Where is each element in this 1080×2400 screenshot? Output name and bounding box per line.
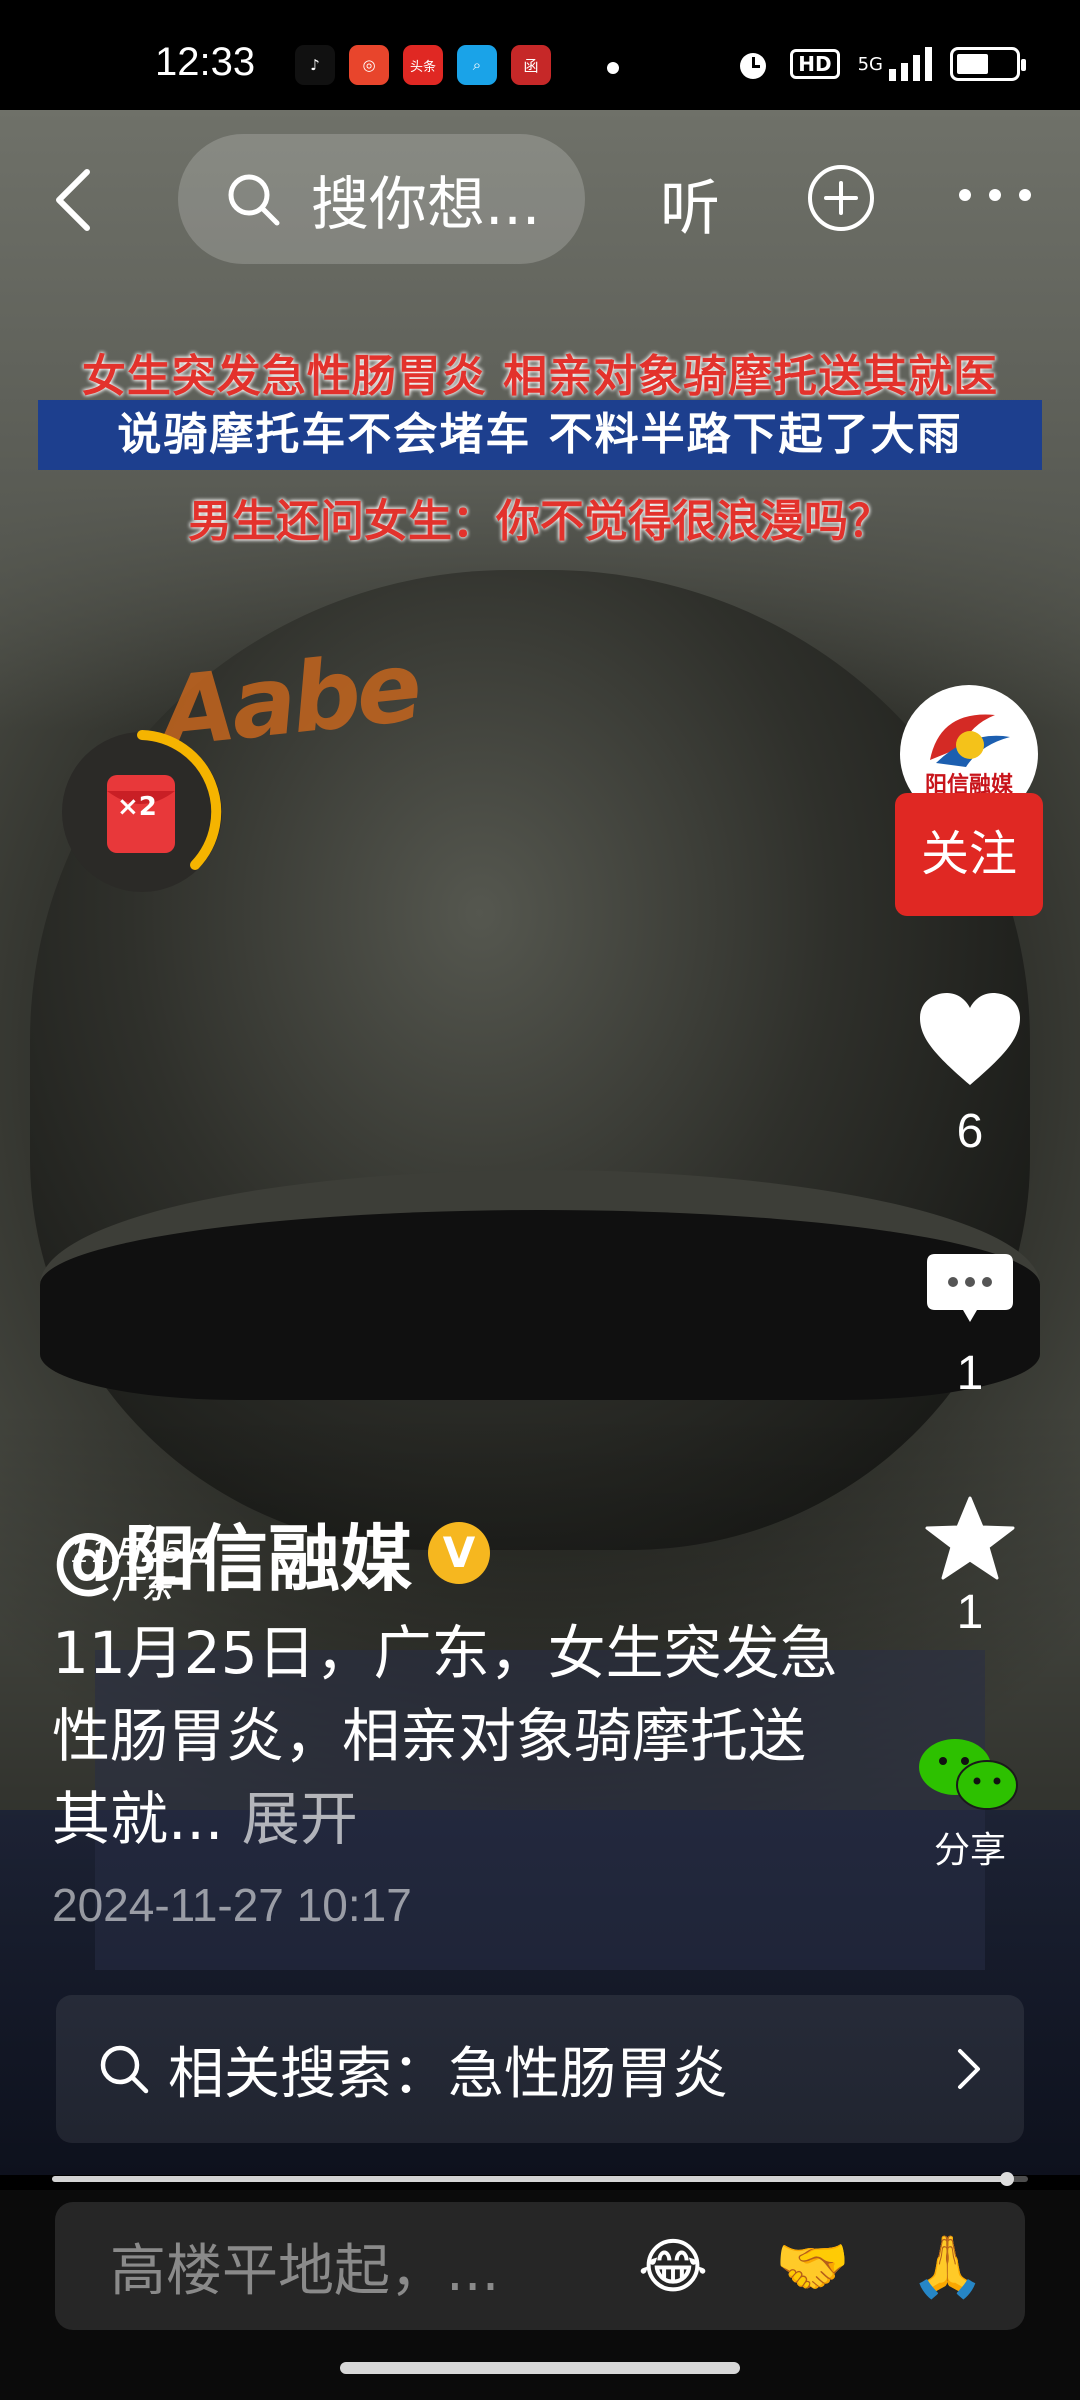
video-progress-bar[interactable] xyxy=(52,2172,1028,2186)
video-caption-line1: 女生突发急性肠胃炎 相亲对象骑摩托送其就医 xyxy=(81,351,999,402)
comment-input[interactable]: 高楼平地起，... xyxy=(55,2202,1025,2330)
share-label: 分享 xyxy=(933,1830,1006,1871)
follow-button[interactable]: 关注 xyxy=(895,793,1043,916)
comment-count: 1 xyxy=(956,1347,984,1400)
verified-badge-icon: V xyxy=(428,1521,491,1584)
video-caption-line2: 说骑摩托车不会堵车 不料半路下起了大雨 xyxy=(38,400,1042,470)
battery-icon xyxy=(950,47,1026,81)
author-name[interactable]: @阳信融媒 V xyxy=(52,1500,491,1605)
expand-link[interactable]: 展开 xyxy=(242,1785,358,1853)
add-circle-icon[interactable] xyxy=(806,163,876,233)
comment-button[interactable]: 1 xyxy=(905,1252,1035,1401)
like-count: 6 xyxy=(956,1105,984,1158)
search-icon xyxy=(228,174,280,226)
laughing-emoji-icon[interactable]: 😂 xyxy=(638,2232,708,2302)
related-search-label: 相关搜索：急性肠胃炎 xyxy=(168,2041,728,2107)
network-type: 5G xyxy=(857,53,883,75)
favorite-count: 1 xyxy=(956,1586,984,1639)
related-search-bar[interactable]: 相关搜索：急性肠胃炎 xyxy=(56,1995,1024,2143)
red-packet-reward-button[interactable]: ×2 xyxy=(55,725,230,900)
chevron-right-icon xyxy=(958,2049,980,2089)
search-app-icon: ⌕ xyxy=(457,45,497,85)
red-packet-multiplier: ×2 xyxy=(117,792,157,822)
toutiao-icon: 头条 xyxy=(403,45,443,85)
favorite-button[interactable]: 1 xyxy=(905,1495,1035,1640)
news-app-icon: 函 xyxy=(511,45,551,85)
alarm-icon xyxy=(740,53,767,79)
search-placeholder: 搜你想... xyxy=(311,170,541,238)
signal-icon xyxy=(889,47,932,81)
search-icon xyxy=(100,2045,149,2094)
status-bar: 12:33 ♪ ◎ 头条 ⌕ 函 HD 5G xyxy=(0,0,1080,110)
video-caption-line3: 男生还问女生：你不觉得很浪漫吗？ xyxy=(188,496,892,547)
heart-icon xyxy=(920,993,1020,1085)
progress-fill xyxy=(52,2176,1009,2182)
post-description[interactable]: 11月25日，广东，女生突发急性肠胃炎，相亲对象骑摩托送其就... 展开 xyxy=(52,1612,852,1861)
status-time: 12:33 xyxy=(155,40,256,84)
handshake-emoji-icon[interactable]: 🤝 xyxy=(775,2232,850,2302)
star-icon xyxy=(925,1496,1015,1580)
share-button[interactable]: 分享 xyxy=(905,1735,1035,1873)
tiktok-icon: ♪ xyxy=(295,45,335,85)
pray-emoji-icon[interactable]: 🙏 xyxy=(910,2232,985,2302)
author-handle[interactable]: @阳信融媒 xyxy=(52,1500,412,1605)
comment-placeholder: 高楼平地起，... xyxy=(110,2238,500,2304)
comment-bubble-icon xyxy=(927,1254,1013,1322)
home-indicator[interactable] xyxy=(340,2362,740,2374)
description-text: 11月25日，广东，女生突发急性肠胃炎，相亲对象骑摩托送其就... xyxy=(52,1619,838,1853)
more-options-icon[interactable] xyxy=(955,185,1035,205)
notification-dot-icon xyxy=(607,62,619,74)
camera-app-icon: ◎ xyxy=(349,45,389,85)
search-bar[interactable]: 搜你想... xyxy=(178,134,585,264)
top-nav: 搜你想... 听 xyxy=(0,130,1080,270)
hd-badge: HD xyxy=(790,49,840,79)
status-indicators: HD 5G xyxy=(734,45,1026,83)
status-app-icons: ♪ ◎ 头条 ⌕ 函 xyxy=(295,45,551,85)
wechat-share-icon xyxy=(919,1739,1018,1810)
post-timestamp: 2024-11-27 10:17 xyxy=(52,1879,412,1931)
listen-button[interactable]: 听 xyxy=(660,160,720,247)
progress-handle[interactable] xyxy=(1000,2172,1014,2186)
back-arrow-icon[interactable] xyxy=(45,160,105,240)
like-button[interactable]: 6 xyxy=(905,990,1035,1159)
